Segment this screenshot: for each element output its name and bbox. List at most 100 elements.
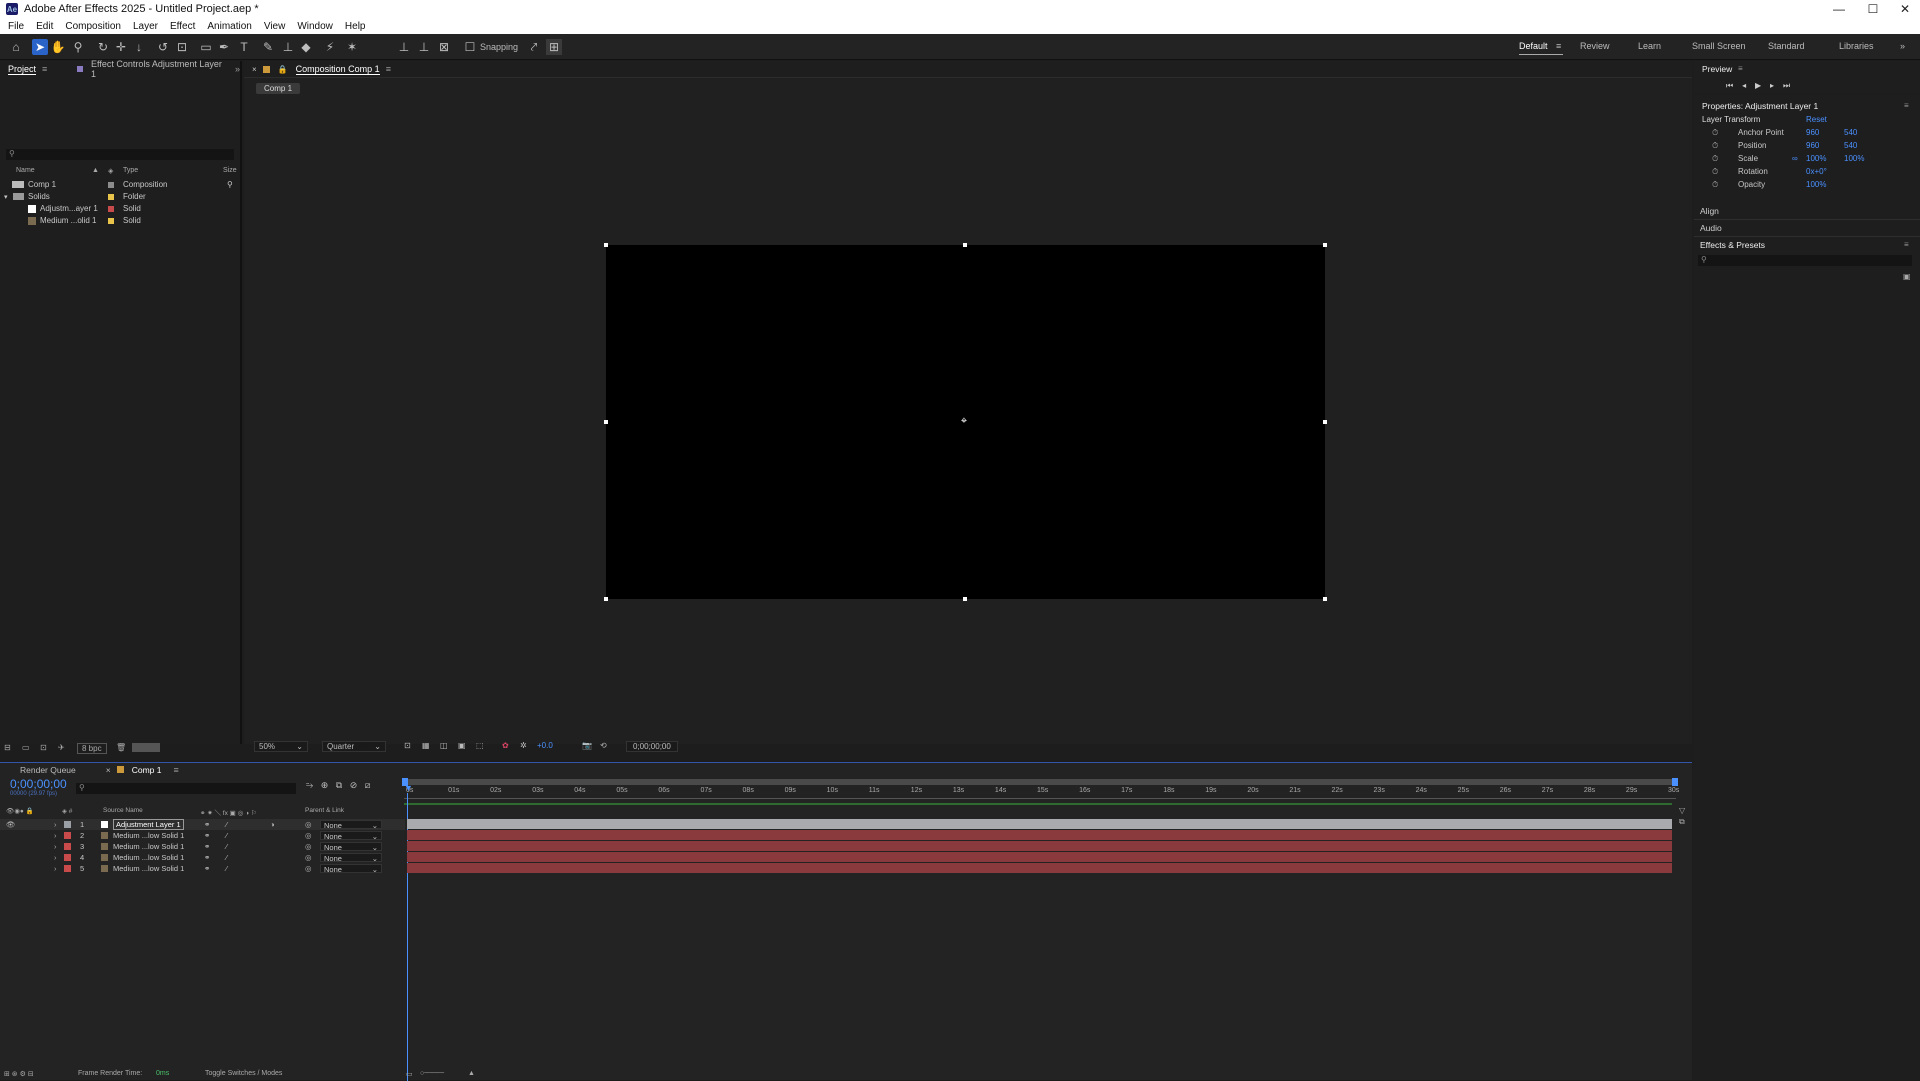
layer-name[interactable]: Medium ...low Solid 1 <box>113 842 184 851</box>
column-type[interactable]: Type <box>123 167 138 174</box>
channel-icon[interactable]: ⬚ <box>476 741 484 750</box>
axis-world-icon[interactable]: ⊥ <box>416 39 432 55</box>
shy-icon[interactable]: ⚭ <box>204 831 210 840</box>
eye-icon[interactable] <box>6 842 8 851</box>
audio-section[interactable]: Audio <box>1700 223 1722 233</box>
label-header-icon[interactable]: ◈ # <box>62 807 72 815</box>
comp-button-icon[interactable]: ▽ <box>1679 806 1685 815</box>
close-tab-icon[interactable]: × <box>106 765 111 775</box>
column-size[interactable]: Size <box>223 167 237 174</box>
motion-blur-icon[interactable]: ⊘ <box>350 780 358 790</box>
quality-icon[interactable]: ⁄ <box>226 853 227 862</box>
time-ruler[interactable]: 0s 01s 02s 03s 04s 05s 06s 07s 08s 09s 10s 11s 12s 13… <box>402 778 1679 823</box>
zoom-tool-icon[interactable]: ⚲ <box>70 39 86 55</box>
last-frame-icon[interactable]: ⏭ <box>1783 81 1790 90</box>
new-folder-icon[interactable]: ▭ <box>22 743 30 752</box>
handle-bottom-left[interactable] <box>604 597 608 601</box>
workspace-libraries[interactable]: Libraries <box>1839 41 1874 51</box>
stopwatch-icon[interactable]: ⏱ <box>1712 154 1718 164</box>
lock-icon[interactable]: 🔒 <box>278 65 288 74</box>
eraser-tool-icon[interactable]: ◆ <box>298 39 314 55</box>
effects-menu-icon[interactable]: ≡ <box>1904 240 1909 249</box>
parent-select[interactable]: None ⌄ <box>320 842 382 852</box>
prop-value-y[interactable]: 540 <box>1844 128 1857 137</box>
shy-icon[interactable]: ⚭ <box>204 842 210 851</box>
eye-icon[interactable] <box>6 853 8 862</box>
handle-bottom-right[interactable] <box>1323 597 1327 601</box>
snap-grid-icon[interactable]: ⊞ <box>546 39 562 55</box>
layer-duration-bar[interactable] <box>407 819 1672 829</box>
parent-link-header[interactable]: Parent & Link <box>305 807 344 814</box>
bpc-button[interactable]: 8 bpc <box>77 743 107 754</box>
type-tool-icon[interactable]: T <box>236 39 252 55</box>
graph-editor-icon[interactable]: ⧄ <box>365 780 371 790</box>
dolly-tool-icon[interactable]: ↓ <box>131 39 147 55</box>
clone-stamp-tool-icon[interactable]: ⊥ <box>280 39 296 55</box>
expand-chevron-icon[interactable]: › <box>54 820 57 829</box>
project-search-input[interactable]: ⚲ <box>6 149 234 160</box>
menu-file[interactable]: File <box>8 21 24 32</box>
label-swatch[interactable] <box>64 843 71 850</box>
layer-duration-bar[interactable] <box>407 841 1672 851</box>
draft-3d-icon[interactable]: ⊕ <box>321 780 329 790</box>
close-icon[interactable]: ✕ <box>1888 0 1920 18</box>
layer-name[interactable]: Medium ...low Solid 1 <box>113 831 184 840</box>
label-swatch[interactable] <box>108 217 114 224</box>
selection-tool-icon[interactable]: ➤ <box>32 39 48 55</box>
timeline-nav-icon[interactable]: ⧉ <box>1679 817 1685 827</box>
expand-chevron-icon[interactable]: › <box>54 853 57 862</box>
prop-value-x[interactable]: 960 <box>1806 141 1819 150</box>
project-item-folder[interactable]: ▾ Solids Folder <box>0 191 242 202</box>
menu-layer[interactable]: Layer <box>133 21 158 32</box>
layer-name[interactable]: Adjustment Layer 1 <box>113 819 184 830</box>
properties-menu-icon[interactable]: ≡ <box>1904 101 1909 110</box>
tab-effect-controls[interactable]: Effect Controls Adjustment Layer 1 <box>91 59 223 79</box>
interpret-footage-icon[interactable]: ⊟ <box>4 743 11 752</box>
playhead-icon[interactable]: ▼ <box>404 783 413 793</box>
workspace-learn[interactable]: Learn <box>1638 41 1661 51</box>
pick-whip-icon[interactable]: ◎ <box>305 853 312 862</box>
axis-local-icon[interactable]: ⊥ <box>396 39 412 55</box>
handle-top-center[interactable] <box>963 243 967 247</box>
prop-value-y[interactable]: 540 <box>1844 141 1857 150</box>
pick-whip-icon[interactable]: ◎ <box>305 842 312 851</box>
tab-project[interactable]: Project <box>8 64 37 75</box>
comp-breadcrumb[interactable]: Comp 1 <box>256 83 301 94</box>
exposure-reset-icon[interactable]: ✲ <box>520 741 527 750</box>
pick-whip-icon[interactable]: ◎ <box>305 864 312 873</box>
anchor-point-icon[interactable]: ⌖ <box>958 415 970 427</box>
pick-whip-icon[interactable]: ◎ <box>305 820 312 829</box>
menu-composition[interactable]: Composition <box>65 21 121 32</box>
exposure-value[interactable]: +0.0 <box>537 741 553 750</box>
constrain-proportions-icon[interactable]: ∞ <box>1792 154 1798 163</box>
menu-edit[interactable]: Edit <box>36 21 53 32</box>
workspace-small-screen[interactable]: Small Screen <box>1692 41 1746 51</box>
comp-menu-icon[interactable]: ≡ <box>386 64 391 74</box>
quality-icon[interactable]: ⁄ <box>226 864 227 873</box>
footer-toggle-icons[interactable]: ⊞ ⊛ ⚙ ⊟ <box>4 1070 34 1078</box>
roto-brush-tool-icon[interactable]: ⚡ <box>322 39 338 55</box>
tab-render-queue[interactable]: Render Queue <box>20 765 76 775</box>
guide-options-icon[interactable]: ▣ <box>458 741 466 750</box>
home-icon[interactable]: ⌂ <box>8 39 24 55</box>
project-item-medium-solid[interactable]: Medium ...olid 1 Solid <box>0 215 242 226</box>
label-swatch[interactable] <box>64 832 71 839</box>
label-swatch[interactable] <box>108 181 114 188</box>
thumbnail-swatch[interactable] <box>132 743 160 752</box>
effects-search-input[interactable]: ⚲ <box>1698 255 1912 266</box>
eye-icon[interactable]: 👁 <box>6 820 16 829</box>
table-row[interactable]: › 4 Medium ...low Solid 1 ⚭ ⁄ ◎ None ⌄ <box>0 852 405 863</box>
label-swatch[interactable] <box>64 821 71 828</box>
table-row[interactable]: 👁 › 1 Adjustment Layer 1 ⚭ ⁄ ◑ ◎ None ⌄ <box>0 819 405 830</box>
timeline-search-input[interactable]: ⚲ <box>76 783 296 794</box>
handle-middle-left[interactable] <box>604 420 608 424</box>
expand-chevron-icon[interactable]: ▾ <box>4 193 8 201</box>
parent-select[interactable]: None ⌄ <box>320 864 382 874</box>
comp-timecode[interactable]: 0;00;00;00 <box>626 741 678 752</box>
workspace-default[interactable]: Default <box>1519 41 1548 51</box>
quality-icon[interactable]: ⁄ <box>226 842 227 851</box>
color-management-icon[interactable]: ✿ <box>502 741 509 750</box>
minimize-icon[interactable]: — <box>1822 0 1856 18</box>
tab-comp-1[interactable]: Comp 1 <box>132 765 162 775</box>
timeline-timecode[interactable]: 0;00;00;00 <box>10 777 67 791</box>
